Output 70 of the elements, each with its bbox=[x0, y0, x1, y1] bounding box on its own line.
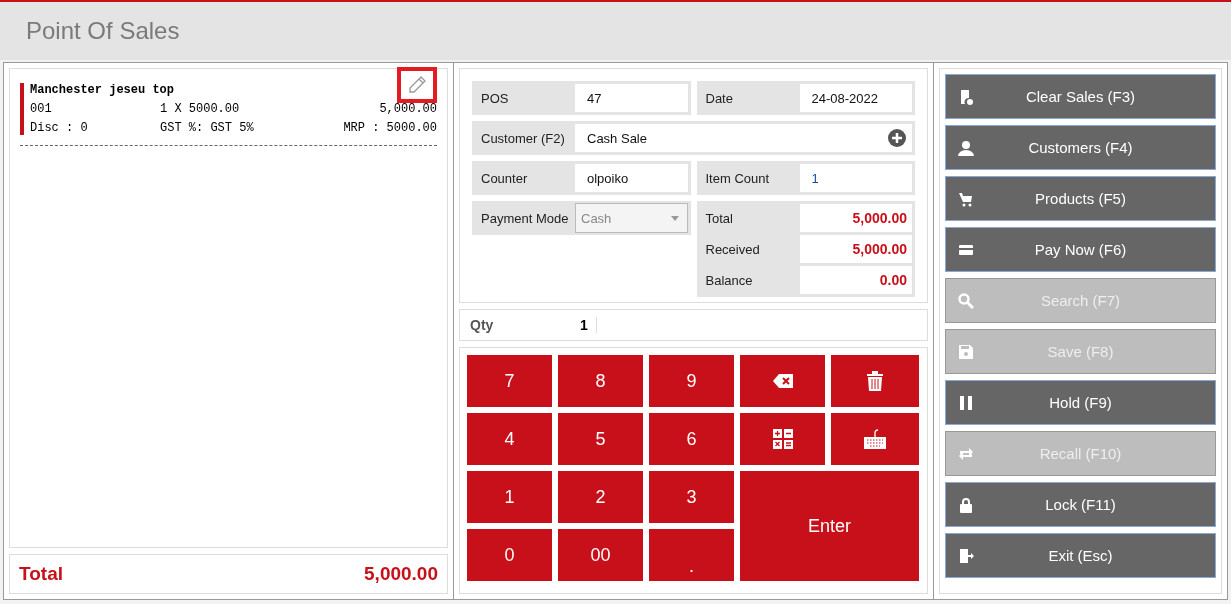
receipt-icon bbox=[958, 88, 974, 105]
edit-button[interactable] bbox=[397, 67, 437, 103]
action-button[interactable]: Exit (Esc) bbox=[945, 533, 1216, 578]
exit-icon bbox=[958, 547, 974, 564]
field-label: Customer (F2) bbox=[480, 130, 566, 146]
field-label: Balance bbox=[704, 272, 754, 288]
action-button[interactable]: Clear Sales (F3) bbox=[945, 74, 1216, 119]
field-label: Total bbox=[704, 210, 734, 226]
pause-icon bbox=[958, 394, 974, 411]
item-name: Manchester jeseu top bbox=[30, 83, 175, 97]
keypad-key[interactable]: 5 bbox=[558, 413, 643, 465]
keypad-key[interactable]: Enter bbox=[740, 471, 919, 581]
save-icon bbox=[958, 343, 974, 360]
qty-value: 1 bbox=[580, 317, 597, 333]
keypad-icon-key[interactable] bbox=[740, 413, 825, 465]
keyboard-icon bbox=[864, 429, 886, 449]
amount-field: 5,000.00 bbox=[799, 235, 912, 263]
search-icon bbox=[958, 292, 974, 309]
item-quantity-price: 1 X 5000.00 bbox=[160, 102, 241, 116]
qty-label: Qty bbox=[470, 317, 495, 333]
field-label: Counter bbox=[480, 170, 529, 186]
item-discount: Disc : 0 bbox=[30, 121, 89, 135]
keypad-key[interactable]: 4 bbox=[467, 413, 552, 465]
add-icon[interactable] bbox=[888, 129, 906, 147]
keypad-key[interactable]: 2 bbox=[558, 471, 643, 523]
item-code: 001 bbox=[30, 102, 53, 116]
keypad-key[interactable]: 00 bbox=[558, 529, 643, 581]
field-label: Received bbox=[704, 241, 761, 257]
amount-field: 0.00 bbox=[799, 266, 912, 294]
item-amount: 5,000.00 bbox=[378, 102, 437, 116]
keypad-key[interactable]: 0 bbox=[467, 529, 552, 581]
page-title: Point Of Sales bbox=[26, 17, 180, 45]
total-value: 5,000.00 bbox=[364, 563, 438, 585]
lock-icon bbox=[958, 496, 974, 513]
item-gst: GST %: GST 5% bbox=[160, 121, 255, 135]
input-field[interactable]: Cash Sale bbox=[575, 124, 912, 152]
action-button[interactable]: Pay Now (F6) bbox=[945, 227, 1216, 272]
item-mrp: MRP : 5000.00 bbox=[342, 121, 437, 135]
keypad-key[interactable]: 8 bbox=[558, 355, 643, 407]
keypad-key[interactable]: 1 bbox=[467, 471, 552, 523]
input-field[interactable]: 47 bbox=[575, 84, 688, 112]
field-label: Payment Mode bbox=[480, 210, 570, 226]
amount-field: 5,000.00 bbox=[799, 204, 912, 232]
input-field[interactable]: olpoiko bbox=[575, 164, 688, 192]
field-label: Item Count bbox=[704, 170, 771, 186]
cart-icon bbox=[958, 190, 974, 207]
keypad-key[interactable]: . bbox=[649, 529, 734, 581]
action-button[interactable]: Hold (F9) bbox=[945, 380, 1216, 425]
field-label: POS bbox=[480, 90, 510, 106]
input-field[interactable]: 1 bbox=[799, 164, 912, 192]
person-icon bbox=[958, 139, 974, 156]
keypad-key[interactable]: 6 bbox=[649, 413, 734, 465]
field-label: Date bbox=[704, 90, 734, 106]
action-button[interactable]: Products (F5) bbox=[945, 176, 1216, 221]
calculator-icon bbox=[772, 429, 793, 449]
keypad-key[interactable]: 7 bbox=[467, 355, 552, 407]
input-field[interactable]: 24-08-2022 bbox=[799, 84, 912, 112]
keypad-icon-key[interactable] bbox=[831, 413, 919, 465]
keypad-key[interactable]: 3 bbox=[649, 471, 734, 523]
keypad-icon-key[interactable] bbox=[740, 355, 825, 407]
total-label: Total bbox=[19, 563, 63, 585]
backspace-icon bbox=[772, 374, 793, 388]
action-button[interactable]: Customers (F4) bbox=[945, 125, 1216, 170]
pencil-icon bbox=[408, 76, 426, 94]
repeat-icon bbox=[958, 445, 974, 462]
action-button[interactable]: Lock (F11) bbox=[945, 482, 1216, 527]
trash-icon bbox=[867, 371, 883, 391]
caret-icon bbox=[670, 215, 679, 221]
keypad-icon-key[interactable] bbox=[831, 355, 919, 407]
keypad-key[interactable]: 9 bbox=[649, 355, 734, 407]
